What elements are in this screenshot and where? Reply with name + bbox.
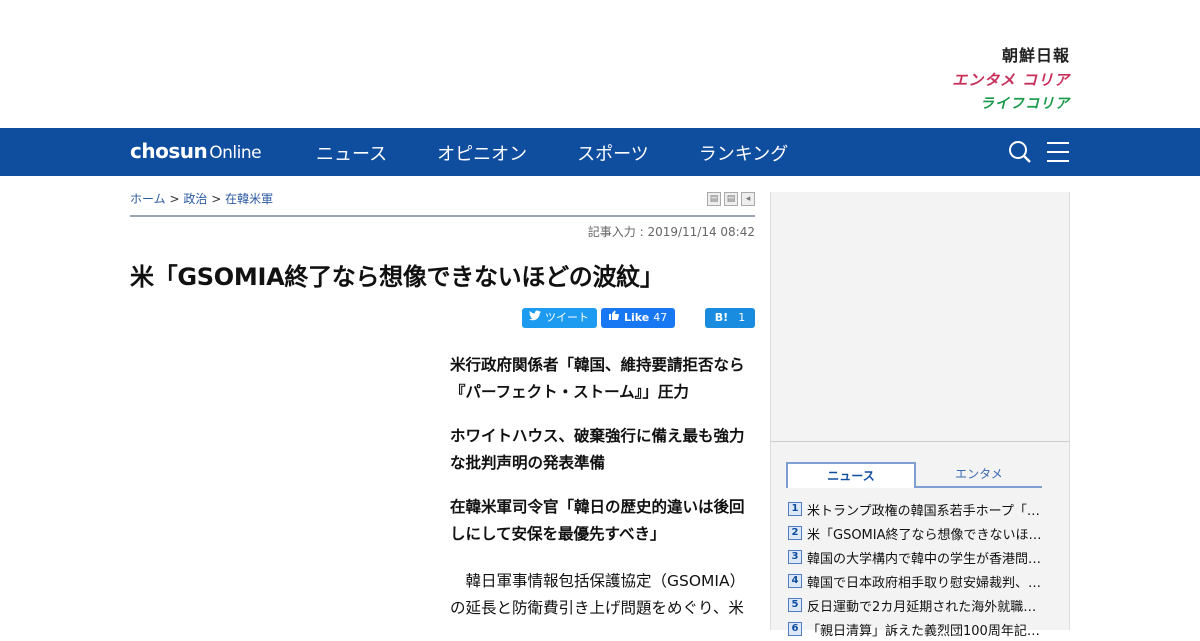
nav-icons [1008,140,1070,164]
ranking-item[interactable]: 2 米「GSOMIA終了なら想像できないほ… [788,521,1058,545]
hatena-count: 1 [738,311,746,324]
breadcrumb-row: ホーム > 政治 > 在韓米軍 ▤ ▤ ◂ [130,176,755,217]
rank-number: 6 [788,622,802,636]
nav-menu: ニュース オピニオン スポーツ ランキング [316,140,788,166]
rank-number: 5 [788,598,802,612]
like-label: Like [624,311,650,324]
nav-item-opinion[interactable]: オピニオン [437,140,527,166]
print-icon[interactable]: ▤ [707,192,721,206]
breadcrumb-subcategory[interactable]: 在韓米軍 [225,192,273,206]
breadcrumb-sep: > [169,192,180,206]
rank-title: 韓国の大学構内で韓中の学生が香港問… [807,551,1042,567]
nav-item-news[interactable]: ニュース [316,140,387,166]
ranking-tabs: ニュース エンタメ [786,462,1042,488]
like-button[interactable]: Like 47 [601,308,675,328]
share-buttons: ツイート Like 47 B! 1 [522,308,755,328]
rank-title: 米「GSOMIA終了なら想像できないほ… [807,527,1042,543]
subhead: 米行政府関係者「韓国、維持要請拒否なら『パーフェクト・ストーム』」圧力 [450,356,745,401]
breadcrumb-sep: > [211,192,222,206]
article-tools: ▤ ▤ ◂ [707,192,755,206]
search-icon[interactable] [1008,140,1032,164]
rank-title: 韓国で日本政府相手取り慰安婦裁判、… [807,575,1042,591]
ranking-item[interactable]: 6 「親日清算」訴えた義烈団100周年記… [788,617,1058,641]
subhead: 在韓米軍司令官「韓日の歴史的違いは後回しにして安保を最優先すべき」 [450,498,745,543]
breadcrumb: ホーム > 政治 > 在韓米軍 [130,190,273,207]
breadcrumb-home[interactable]: ホーム [130,192,166,206]
thumbs-up-icon [608,308,620,328]
rank-number: 3 [788,550,802,564]
sidebar: ニュース エンタメ 1 米トランプ政権の韓国系若手ホープ「… 2 米「GSOMIA終… [770,192,1070,639]
font-size-icon[interactable]: ▤ [724,192,738,206]
rank-number: 1 [788,502,802,516]
brand-entame-link[interactable]: エンタメ コリア [952,68,1070,92]
rank-number: 2 [788,526,802,540]
ranking-item[interactable]: 4 韓国で日本政府相手取り慰安婦裁判、… [788,569,1058,593]
logo-sub-text: Online [209,143,262,163]
tweet-button[interactable]: ツイート [522,308,597,328]
brand-chosun-link[interactable]: 朝鮮日報 [952,44,1070,68]
like-count: 47 [653,311,668,324]
ranking-item[interactable]: 1 米トランプ政権の韓国系若手ホープ「… [788,497,1058,521]
hatena-label: B! [714,311,729,324]
site-logo[interactable]: chosun Online [130,139,262,163]
breadcrumb-category[interactable]: 政治 [183,192,207,206]
ranking-item[interactable]: 5 反日運動で2カ月延期された海外就職… [788,593,1058,617]
menu-icon[interactable] [1046,140,1070,164]
ad-slot [771,192,1069,442]
ranking-list: 1 米トランプ政権の韓国系若手ホープ「… 2 米「GSOMIA終了なら想像できないほ… [788,497,1058,641]
tab-news[interactable]: ニュース [786,462,916,488]
tab-entame[interactable]: エンタメ [916,462,1042,488]
article-body: 韓日軍事情報包括保護協定（GSOMIA）の延長と防衛費引き上げ問題をめぐり、米 [450,572,746,617]
nav-item-ranking[interactable]: ランキング [699,140,788,166]
rank-title: 「親日清算」訴えた義烈団100周年記… [807,623,1040,639]
rank-title: 反日運動で2カ月延期された海外就職… [807,599,1037,615]
article-date: 記事入力 : 2019/11/14 08:42 [587,225,755,239]
top-header: 朝鮮日報 エンタメ コリア ライフコリア [0,0,1200,128]
brand-life-link[interactable]: ライフコリア [952,92,1070,116]
rank-number: 4 [788,574,802,588]
main-nav: chosun Online ニュース オピニオン スポーツ ランキング [0,128,1200,176]
hatena-bookmark-button[interactable]: B! 1 [705,308,755,328]
article-headline: 米「GSOMIA終了なら想像できないほどの波紋」 [130,263,664,291]
logo-main-text: chosun [130,139,208,163]
back-icon[interactable]: ◂ [741,192,755,206]
nav-item-sports[interactable]: スポーツ [577,140,649,166]
brand-links: 朝鮮日報 エンタメ コリア ライフコリア [952,44,1070,116]
article-subheads: 米行政府関係者「韓国、維持要請拒否なら『パーフェクト・ストーム』」圧力 ホワイト… [450,352,755,565]
article-column: ホーム > 政治 > 在韓米軍 ▤ ▤ ◂ 記事入力 : 2019/11/14 … [130,176,755,617]
ranking-item[interactable]: 3 韓国の大学構内で韓中の学生が香港問… [788,545,1058,569]
tweet-label: ツイート [545,311,589,324]
twitter-icon [529,308,541,328]
rank-title: 米トランプ政権の韓国系若手ホープ「… [807,503,1040,519]
subhead: ホワイトハウス、破棄強行に備え最も強力な批判声明の発表準備 [450,427,745,472]
